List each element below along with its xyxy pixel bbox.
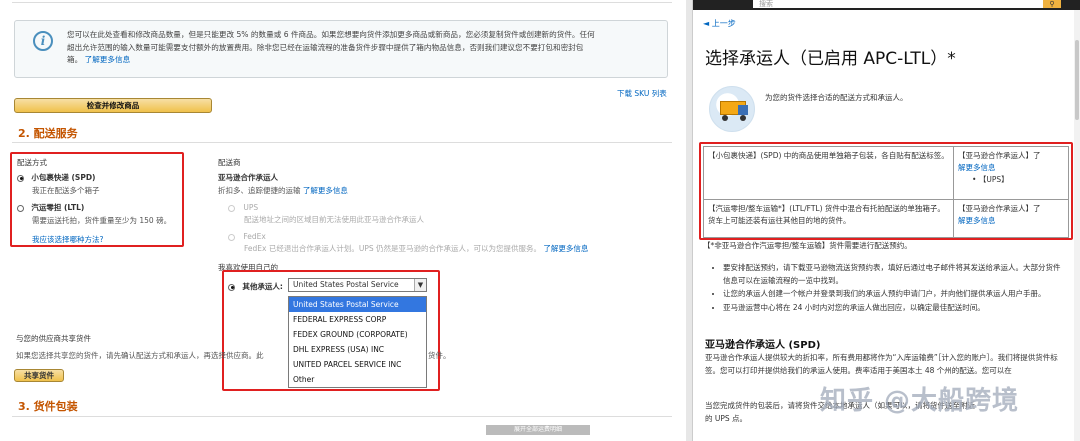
watermark: 知乎 @大船跨境 <box>820 386 1020 416</box>
truck-icon <box>709 86 755 132</box>
ups-title: UPS <box>243 203 259 212</box>
amazon-partner-learn-more[interactable]: 了解更多信息 <box>303 186 348 195</box>
carrier-option[interactable]: FEDERAL EXPRESS CORP <box>289 312 426 327</box>
shipping-method-label: 配送方式 <box>17 158 47 167</box>
carrier-option[interactable]: FEDEX GROUND (CORPORATE) <box>289 327 426 342</box>
back-link-label: 上一步 <box>711 19 736 28</box>
fedex-desc-text: FedEx 已经退出合作承运人计划。UPS 仍然是亚马逊的合作承运人，可以为您提… <box>244 244 541 253</box>
section-divider <box>12 142 672 143</box>
spd-option[interactable]: 小包裹快递 (SPD) <box>17 172 95 183</box>
list-item: 亚马逊运营中心将在 24 小时内对您的承运人做出回应，以确定最佳配送时间。 <box>723 302 1061 315</box>
spd-desc: 我正在配送多个箱子 <box>32 186 100 195</box>
table-highlight <box>699 142 1073 240</box>
carrier-options-list[interactable]: United States Postal Service FEDERAL EXP… <box>288 296 427 388</box>
info-learn-more-link[interactable]: 了解更多信息 <box>85 55 131 64</box>
search-input[interactable]: 搜索 <box>753 0 1043 8</box>
info-icon: i <box>33 31 53 51</box>
check-modify-items-button[interactable]: 检查并修改商品 <box>14 98 212 113</box>
share-desc-tail: 货件。 <box>428 351 451 360</box>
amazon-partner-title: 亚马逊合作承运人 <box>218 173 278 182</box>
other-carrier-label: 其他承运人: <box>242 282 283 291</box>
carrier-option[interactable]: UNITED PARCEL SERVICE INC <box>289 357 426 372</box>
panel-subtitle: 为您的货件选择合适的配送方式和承运人。 <box>765 93 908 102</box>
panel-title: 选择承运人（已启用 APC-LTL）* <box>705 49 956 69</box>
other-carrier-option[interactable]: 其他承运人: <box>228 281 283 292</box>
ltl-note: 【*非亚马逊合作汽运零担/整车运输】货件需要进行配送预约。 <box>703 241 912 250</box>
carrier-option[interactable]: DHL EXPRESS (USA) INC <box>289 342 426 357</box>
fedex-desc: FedEx 已经退出合作承运人计划。UPS 仍然是亚马逊的合作承运人，可以为您提… <box>244 243 588 254</box>
download-sku-link[interactable]: 下载 SKU 列表 <box>617 88 667 99</box>
section-2-title: 2. 配送服务 <box>18 127 78 140</box>
fedex-option: FedEx <box>228 232 266 241</box>
info-text-1: 您可以在此处查看和修改商品数量，但是只能更改 5% 的数量或 6 件商品。如果您… <box>67 30 595 39</box>
back-arrow-icon: ◄ <box>703 19 710 28</box>
share-shipment-button[interactable]: 共享货件 <box>14 369 64 382</box>
partner-section-title: 亚马逊合作承运人 (SPD) <box>705 340 821 351</box>
help-panel: 搜索 ⚲ ◄ 上一步 选择承运人（已启用 APC-LTL）* 为您的货件选择合适… <box>692 0 1080 441</box>
info-text-3: 箱。 <box>67 55 83 64</box>
ltl-title: 汽运零担 (LTL) <box>31 203 85 212</box>
carrier-select-value: United States Postal Service <box>293 280 399 289</box>
info-box: i 您可以在此处查看和修改商品数量，但是只能更改 5% 的数量或 6 件商品。如… <box>14 20 668 78</box>
chevron-down-icon[interactable]: ▼ <box>414 279 426 291</box>
spd-title: 小包裹快递 (SPD) <box>31 173 96 182</box>
expand-bar[interactable]: 展开全部运费明细 <box>486 425 590 435</box>
how-choose-link[interactable]: 我应该选择哪种方法? <box>32 234 103 245</box>
carrier-option[interactable]: Other <box>289 372 426 387</box>
fedex-learn-more[interactable]: 了解更多信息 <box>543 244 588 253</box>
other-carrier-radio[interactable] <box>228 283 235 291</box>
instructions-list: 要安排配送预约，请下载亚马逊物流送货预约表，填好后通过电子邮件将其发送给承运人。… <box>715 262 1061 315</box>
fedex-radio <box>228 233 235 241</box>
ups-desc: 配送地址之间的区域目前无法使用此亚马逊合作承运人 <box>244 215 424 224</box>
fedex-title: FedEx <box>243 232 266 241</box>
back-link[interactable]: ◄ 上一步 <box>703 18 736 29</box>
spd-radio[interactable] <box>17 174 24 182</box>
ltl-radio[interactable] <box>17 204 24 212</box>
section-3-title: 3. 货件包装 <box>18 400 78 413</box>
carrier-option[interactable]: United States Postal Service <box>289 297 426 312</box>
ltl-desc: 需要运送托拍，货件重量至少为 150 磅。 <box>32 216 172 225</box>
top-divider <box>12 2 672 3</box>
carrier-label: 配送商 <box>218 158 241 167</box>
scrollbar[interactable] <box>1074 10 1080 441</box>
amazon-partner-desc: 折扣多、追踪便捷的运输 了解更多信息 <box>218 185 348 196</box>
info-text-2: 超出允许范围的输入数量可能需要支付额外的放置费用。除非您已经在运输流程的准备货件… <box>67 42 584 52</box>
ups-radio <box>228 204 235 212</box>
share-section-title: 与您的供应商共享货件 <box>16 334 91 343</box>
shipment-page: i 您可以在此处查看和修改商品数量，但是只能更改 5% 的数量或 6 件商品。如… <box>0 0 686 441</box>
partner-paragraph: 亚马逊合作承运人提供较大的折扣率，所有费用都将作为“入库运输费”［计入您的账户］… <box>705 353 1058 375</box>
amazon-partner-desc-text: 折扣多、追踪便捷的运输 <box>218 186 301 195</box>
search-icon[interactable]: ⚲ <box>1043 0 1061 8</box>
carrier-select[interactable]: United States Postal Service ▼ <box>288 278 427 292</box>
scrollbar-thumb[interactable] <box>1075 40 1079 120</box>
section-divider <box>12 416 672 417</box>
search-bar: 搜索 ⚲ <box>693 0 1080 10</box>
ltl-option[interactable]: 汽运零担 (LTL) <box>17 202 84 213</box>
list-item: 让您的承运人创建一个帐户并登录到我们的承运人预约申请门户，并向他们提供承运人用户… <box>723 288 1061 301</box>
ups-option: UPS <box>228 203 258 212</box>
list-item: 要安排配送预约，请下载亚马逊物流送货预约表，填好后通过电子邮件将其发送给承运人。… <box>723 262 1061 287</box>
share-desc: 如果您选择共享您的货件，请先确认配送方式和承运人，再选择供应商。此 <box>16 351 264 360</box>
